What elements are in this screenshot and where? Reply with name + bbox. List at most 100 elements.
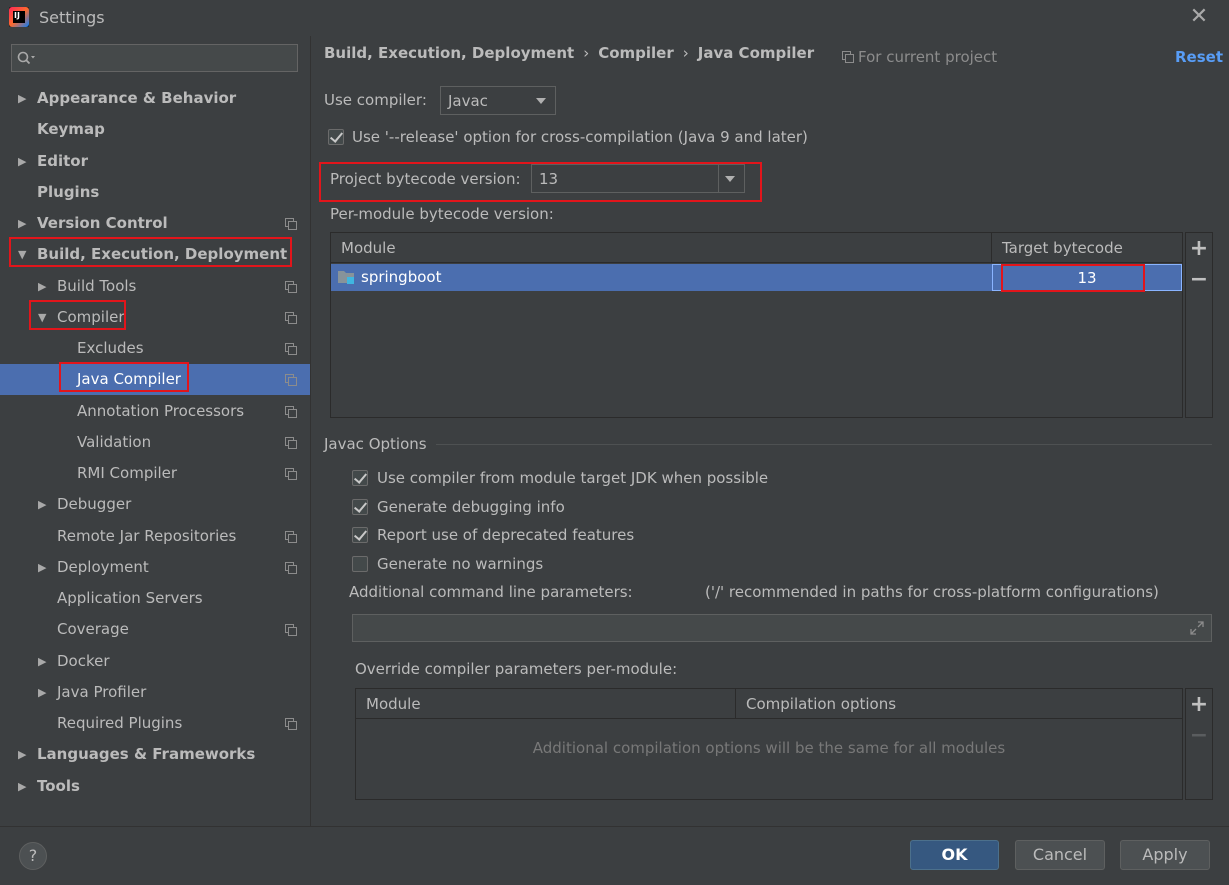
intellij-logo-icon: IJ [9, 7, 29, 27]
apply-button[interactable]: Apply [1120, 840, 1210, 870]
per-module-label: Per-module bytecode version: [330, 205, 554, 223]
collapsed-arrow-icon[interactable]: ▶ [38, 552, 52, 583]
reset-link[interactable]: Reset [1175, 48, 1223, 66]
sidebar-item-label: Debugger [57, 495, 132, 513]
use-compiler-value: Javac [448, 92, 488, 110]
project-scope-icon [285, 437, 297, 449]
chevron-down-icon [536, 98, 546, 104]
sidebar-item-appearance-behavior[interactable]: ▶ Appearance & Behavior [0, 83, 310, 114]
expand-icon[interactable] [1189, 620, 1205, 636]
sidebar-item-tools[interactable]: ▶ Tools [0, 771, 310, 802]
cmd-params-input[interactable] [352, 614, 1212, 642]
option-checkbox-deprecated[interactable] [352, 527, 368, 543]
project-scope-icon [285, 374, 297, 386]
release-option-label: Use '--release' option for cross-compila… [352, 128, 808, 146]
collapsed-arrow-icon[interactable]: ▶ [38, 677, 52, 708]
sidebar-item-label: Remote Jar Repositories [57, 527, 237, 545]
use-compiler-label: Use compiler: [324, 91, 427, 109]
option-checkbox-target-jdk[interactable] [352, 470, 368, 486]
project-scope-icon [842, 51, 854, 63]
sidebar-item-label: RMI Compiler [77, 464, 178, 482]
sidebar-item-label: Languages & Frameworks [37, 745, 256, 763]
sidebar-item-languages-frameworks[interactable]: ▶ Languages & Frameworks [0, 739, 310, 770]
column-header-target[interactable]: Target bytecode version [992, 233, 1182, 287]
sidebar-item-label: Coverage [57, 620, 129, 638]
collapsed-arrow-icon[interactable]: ▶ [18, 146, 32, 177]
sidebar-item-keymap[interactable]: Keymap [0, 114, 310, 145]
project-scope-icon [285, 218, 297, 230]
sidebar-item-annotation-processors[interactable]: Annotation Processors [0, 396, 310, 427]
window-title: Settings [39, 8, 105, 27]
sidebar-item-label: Annotation Processors [77, 402, 245, 420]
sidebar-item-label: Excludes [77, 339, 144, 357]
sidebar-item-deployment[interactable]: ▶ Deployment [0, 552, 310, 583]
cmd-params-label: Additional command line parameters: [349, 583, 633, 601]
sidebar-item-remote-jar-repositories[interactable]: Remote Jar Repositories [0, 521, 310, 552]
option-checkbox-no-warnings[interactable] [352, 556, 368, 572]
sidebar-item-label: Required Plugins [57, 714, 183, 732]
project-scope-icon [285, 406, 297, 418]
column-header-options[interactable]: Compilation options [736, 689, 1182, 719]
add-icon[interactable]: + [1185, 236, 1213, 261]
ok-button[interactable]: OK [910, 840, 999, 870]
collapsed-arrow-icon[interactable]: ▶ [18, 83, 32, 114]
project-bytecode-value: 13 [539, 170, 559, 188]
sidebar-item-excludes[interactable]: Excludes [0, 333, 310, 364]
breadcrumb-item: Compiler [598, 44, 674, 62]
cancel-button[interactable]: Cancel [1015, 840, 1105, 870]
add-icon[interactable]: + [1185, 692, 1213, 717]
column-header-module[interactable]: Module [356, 689, 736, 719]
sidebar-item-plugins[interactable]: Plugins [0, 177, 310, 208]
collapsed-arrow-icon[interactable]: ▶ [18, 208, 32, 239]
sidebar-item-version-control[interactable]: ▶ Version Control [0, 208, 310, 239]
empty-table-text: Additional compilation options will be t… [532, 739, 1006, 757]
collapsed-arrow-icon[interactable]: ▶ [38, 646, 52, 677]
option-checkbox-debug-info[interactable] [352, 499, 368, 515]
splitter[interactable] [310, 36, 311, 826]
highlight-box [29, 300, 126, 330]
project-scope-text: For current project [858, 48, 998, 66]
sidebar-item-java-profiler[interactable]: ▶ Java Profiler [0, 677, 310, 708]
column-header-module[interactable]: Module [331, 233, 992, 263]
remove-icon[interactable]: − [1185, 267, 1213, 292]
collapsed-arrow-icon[interactable]: ▶ [38, 489, 52, 520]
override-label: Override compiler parameters per-module: [355, 660, 678, 678]
release-option-checkbox[interactable] [328, 129, 344, 145]
override-params-table: Module Compilation options Additional co… [355, 688, 1183, 800]
option-label: Use compiler from module target JDK when… [377, 469, 769, 487]
module-folder-icon [338, 271, 354, 284]
use-compiler-combo[interactable]: Javac [440, 86, 556, 115]
help-button[interactable]: ? [19, 842, 47, 870]
collapsed-arrow-icon[interactable]: ▶ [18, 771, 32, 802]
sidebar-item-debugger[interactable]: ▶ Debugger [0, 489, 310, 520]
sidebar-item-label: Editor [37, 152, 88, 170]
highlight-box [1001, 264, 1145, 292]
breadcrumb-item: Build, Execution, Deployment [324, 44, 575, 62]
sidebar-item-build-tools[interactable]: ▶ Build Tools [0, 271, 310, 302]
project-scope-label: For current project [842, 48, 997, 66]
sidebar-item-label: Docker [57, 652, 110, 670]
search-icon[interactable] [16, 50, 36, 66]
close-icon[interactable]: ✕ [1187, 5, 1211, 29]
collapsed-arrow-icon[interactable]: ▶ [18, 739, 32, 770]
module-name: springboot [361, 268, 442, 286]
project-scope-icon [285, 718, 297, 730]
project-scope-icon [285, 343, 297, 355]
sidebar-item-label: Plugins [37, 183, 100, 201]
cmd-params-hint: ('/' recommended in paths for cross-plat… [705, 583, 1159, 601]
sidebar-item-editor[interactable]: ▶ Editor [0, 146, 310, 177]
remove-icon: − [1189, 723, 1209, 748]
sidebar-item-required-plugins[interactable]: Required Plugins [0, 708, 310, 739]
sidebar-item-application-servers[interactable]: Application Servers [0, 583, 310, 614]
collapsed-arrow-icon[interactable]: ▶ [38, 271, 52, 302]
project-scope-icon [285, 468, 297, 480]
sidebar-item-validation[interactable]: Validation [0, 427, 310, 458]
sidebar-item-docker[interactable]: ▶ Docker [0, 646, 310, 677]
sidebar-item-rmi-compiler[interactable]: RMI Compiler [0, 458, 310, 489]
combo-divider [718, 165, 719, 192]
project-bytecode-combo[interactable]: 13 [531, 164, 745, 193]
settings-search-input[interactable] [11, 44, 298, 72]
title-bar [0, 0, 1229, 36]
option-label: Generate debugging info [377, 498, 565, 516]
sidebar-item-coverage[interactable]: Coverage [0, 614, 310, 645]
